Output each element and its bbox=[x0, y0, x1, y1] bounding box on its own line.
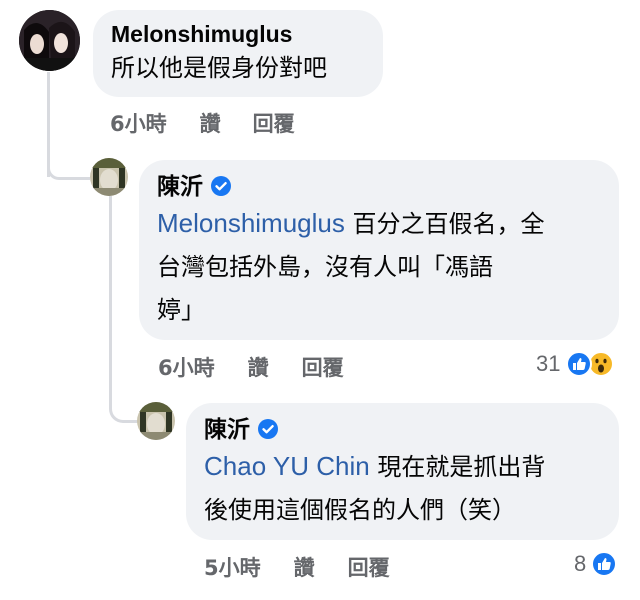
reaction-count: 31 bbox=[536, 351, 561, 376]
comment-text-line: 現在就是抓出背 bbox=[377, 453, 546, 481]
comment-text: Chao YU Chin 現在就是抓出背 後使用這個假名的人們（笑） bbox=[204, 445, 601, 532]
timestamp[interactable]: 5小時 bbox=[204, 552, 261, 582]
timestamp[interactable]: 6小時 bbox=[158, 352, 215, 382]
comment-bubble: 陳沂 Chao YU Chin 現在就是抓出背 後使用這個假名的人們（笑） bbox=[186, 403, 619, 540]
reaction-count: 8 bbox=[574, 551, 587, 576]
verified-badge-icon bbox=[258, 419, 278, 439]
profile-photo bbox=[137, 402, 175, 440]
mention-link[interactable]: Chao YU Chin bbox=[204, 451, 370, 481]
like-icon bbox=[591, 551, 618, 577]
reaction-summary[interactable]: 8 bbox=[574, 551, 618, 577]
comment-text: 所以他是假身份對吧 bbox=[111, 54, 327, 82]
comment-actions: 6小時 讚 回覆 bbox=[110, 108, 295, 138]
comment-bubble: Melonshimuglus 所以他是假身份對吧 bbox=[93, 10, 383, 97]
comment-actions: 5小時 讚 回覆 bbox=[204, 552, 390, 582]
comment-author[interactable]: 陳沂 bbox=[157, 172, 601, 200]
profile-photo bbox=[19, 10, 80, 71]
comment-actions: 6小時 讚 回覆 bbox=[158, 352, 344, 382]
like-button[interactable]: 讚 bbox=[200, 108, 221, 138]
comment-bubble: 陳沂 Melonshimuglus 百分之百假名，全 台灣包括外島，沒有人叫「馮… bbox=[139, 160, 619, 340]
comment-author[interactable]: Melonshimuglus bbox=[111, 20, 365, 48]
avatar[interactable] bbox=[19, 10, 80, 71]
author-name[interactable]: 陳沂 bbox=[157, 172, 203, 200]
avatar[interactable] bbox=[90, 158, 128, 196]
thread-connector-1 bbox=[47, 150, 90, 180]
comment-text-line: 婷」 bbox=[157, 296, 205, 324]
like-button[interactable]: 讚 bbox=[294, 552, 315, 582]
mention-link[interactable]: Melonshimuglus bbox=[157, 208, 345, 238]
reply-button[interactable]: 回覆 bbox=[348, 552, 390, 582]
reaction-summary[interactable]: 31 bbox=[536, 351, 615, 377]
avatar[interactable] bbox=[137, 402, 175, 440]
reply-button[interactable]: 回覆 bbox=[302, 352, 344, 382]
verified-badge-icon bbox=[211, 176, 231, 196]
comment-text-line: 後使用這個假名的人們（笑） bbox=[204, 496, 516, 524]
comment-text: Melonshimuglus 百分之百假名，全 台灣包括外島，沒有人叫「馮語 婷… bbox=[157, 202, 601, 332]
author-name[interactable]: Melonshimuglus bbox=[111, 20, 292, 48]
reply-button[interactable]: 回覆 bbox=[253, 108, 295, 138]
comment-text-line: 百分之百假名，全 bbox=[352, 210, 545, 238]
comment-text-line: 台灣包括外島，沒有人叫「馮語 bbox=[157, 253, 493, 281]
like-icon bbox=[566, 351, 593, 377]
profile-photo bbox=[90, 158, 128, 196]
author-name[interactable]: 陳沂 bbox=[204, 415, 250, 443]
comment-author[interactable]: 陳沂 bbox=[204, 415, 601, 443]
timestamp[interactable]: 6小時 bbox=[110, 108, 167, 138]
thread-connector-2 bbox=[109, 196, 142, 423]
like-button[interactable]: 讚 bbox=[248, 352, 269, 382]
